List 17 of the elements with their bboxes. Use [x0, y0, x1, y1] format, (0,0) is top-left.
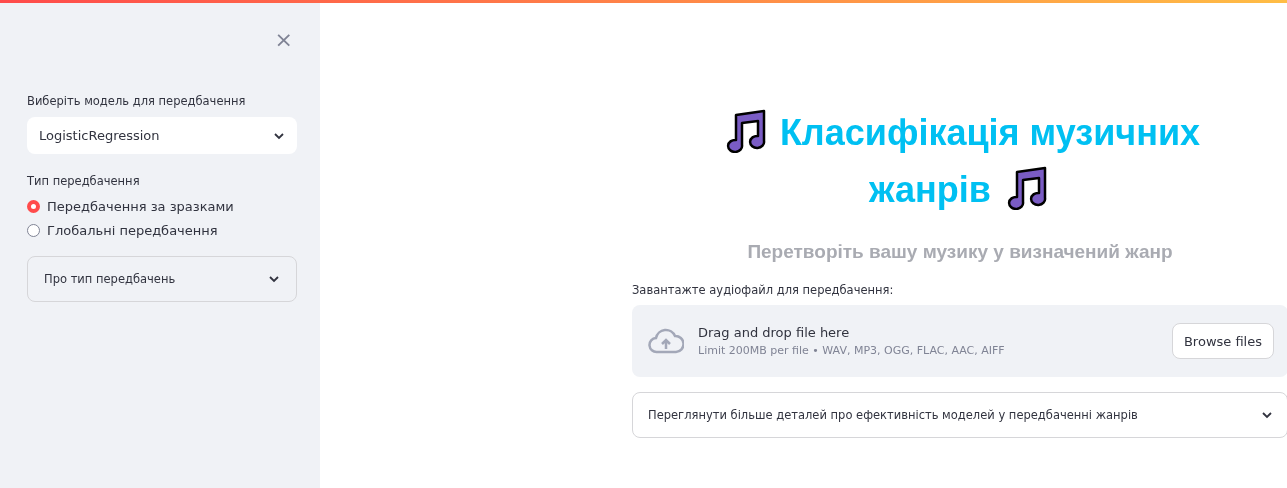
model-select[interactable]: LogisticRegression — [27, 117, 297, 154]
dropzone-title: Drag and drop file here — [698, 325, 851, 340]
uploader-label: Завантажте аудіофайл для передбачення: — [632, 283, 895, 297]
expander-header[interactable]: Про тип передбачень — [27, 256, 297, 302]
chevron-down-icon — [268, 273, 280, 285]
field-label: Тип передбачення — [27, 174, 141, 188]
cloud-upload-icon — [648, 328, 684, 354]
chevron-down-icon — [1261, 409, 1273, 421]
radio-option[interactable]: Глобальні передбачення — [27, 218, 297, 242]
browse-files-button[interactable]: Browse files — [1171, 323, 1274, 359]
subtitle: Перетворіть вашу музику у визначений жанр — [746, 241, 1174, 263]
file-dropzone[interactable]: Drag and drop file here Limit 200MB per file • WAV, MP3, OGG, FLAC, AAC, AIFF Browse files — [632, 305, 1287, 377]
page-title: Класифікація музичних — [779, 112, 1201, 153]
radio-option[interactable]: Передбачення за зразками — [27, 194, 297, 218]
field-label: Виберіть модель для передбачення — [27, 94, 247, 108]
dropzone-hint: Limit 200MB per file • WAV, MP3, OGG, FLAC, AAC, AIFF — [698, 344, 1006, 357]
page-title: жанрів — [869, 169, 991, 210]
